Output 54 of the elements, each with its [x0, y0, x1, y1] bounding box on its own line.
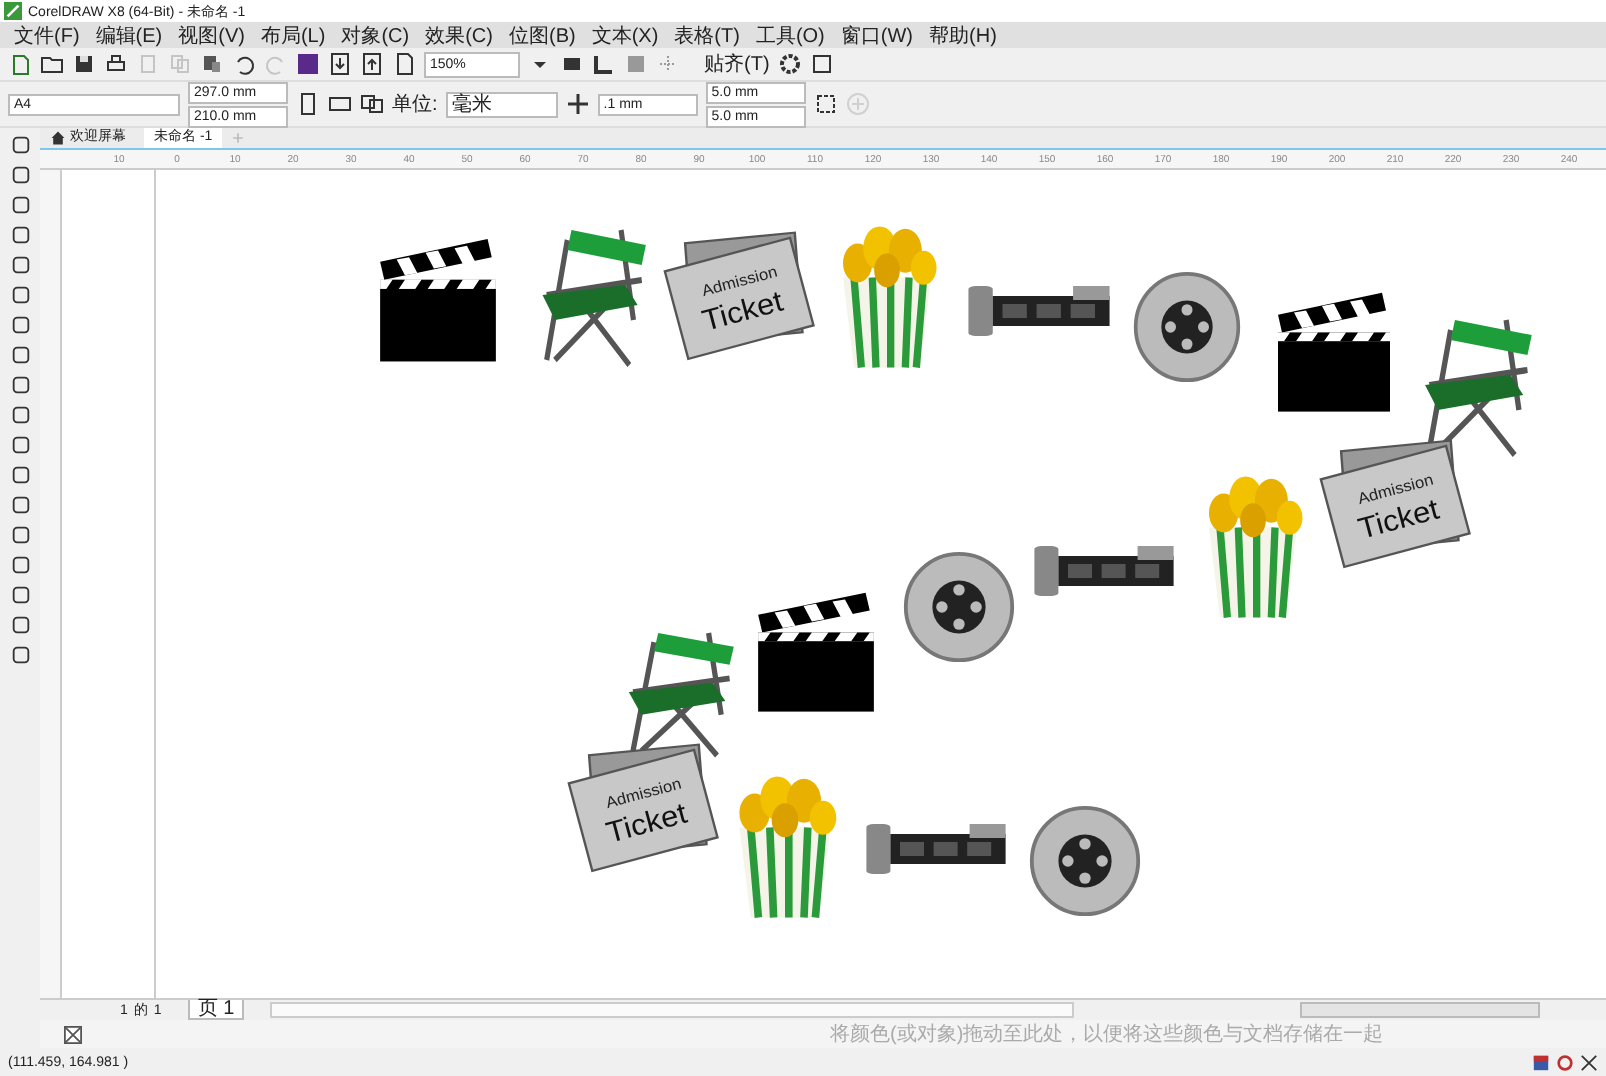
menu-item[interactable]: 编辑(E)	[89, 21, 169, 49]
undo-icon[interactable]	[232, 52, 256, 76]
portrait-icon[interactable]	[296, 92, 320, 116]
menu-item[interactable]: 位图(B)	[502, 21, 582, 49]
menu-item[interactable]: 对象(C)	[335, 21, 416, 49]
menu-item[interactable]: 工具(O)	[749, 21, 831, 49]
film-canister-drawing	[1034, 546, 1174, 596]
units-dropdown[interactable]: 毫米	[445, 91, 558, 117]
no-outline-icon[interactable]	[1580, 1053, 1598, 1071]
horizontal-scrollbar[interactable]	[270, 1002, 1075, 1018]
pages-icon[interactable]	[360, 92, 384, 116]
rulers-icon[interactable]	[592, 52, 616, 76]
app-launcher-icon[interactable]	[296, 52, 320, 76]
menu-item[interactable]: 效果(C)	[419, 21, 499, 49]
save-icon[interactable]	[72, 52, 96, 76]
clapperboard-drawing	[380, 239, 496, 362]
pdf-icon[interactable]	[392, 52, 416, 76]
no-color-swatch-icon[interactable]	[64, 1025, 82, 1043]
film-canister-drawing	[968, 286, 1110, 336]
export-icon[interactable]	[360, 52, 384, 76]
import-icon[interactable]	[328, 52, 352, 76]
fill-status-icon[interactable]	[1556, 1053, 1574, 1071]
page-frame-icon[interactable]	[813, 92, 838, 116]
snap-to-dropdown[interactable]: 贴齐(T)	[704, 50, 770, 78]
print-icon[interactable]	[104, 52, 128, 76]
film-reel-drawing	[1133, 271, 1241, 383]
menu-item[interactable]: 文件(F)	[8, 21, 86, 49]
units-label: 单位:	[392, 91, 438, 118]
director-chair-drawing	[542, 227, 646, 368]
clapperboard-drawing	[758, 592, 874, 712]
nudge-icon	[565, 92, 590, 116]
menu-item[interactable]: 窗口(W)	[834, 21, 920, 49]
paste-icon[interactable]	[200, 52, 224, 76]
film-reel-drawing	[1029, 805, 1141, 917]
menu-item[interactable]: 视图(V)	[172, 21, 251, 49]
film-canister-drawing	[866, 824, 1006, 874]
menu-item[interactable]: 文本(X)	[585, 21, 665, 49]
film-reel-drawing	[903, 551, 1015, 663]
color-profile-icon[interactable]	[1532, 1053, 1550, 1071]
director-chair-drawing	[1425, 317, 1532, 458]
launch-icon[interactable]	[809, 52, 834, 76]
new-document-icon[interactable]	[8, 52, 32, 76]
menu-item[interactable]: 帮助(H)	[923, 21, 1003, 49]
home-icon	[50, 130, 66, 146]
folder-icon[interactable]	[40, 52, 64, 76]
scrollbar-thumb[interactable]	[1300, 1002, 1541, 1018]
clapperboard-drawing	[1278, 292, 1390, 412]
settings-icon[interactable]	[777, 52, 802, 76]
page-tab[interactable]: 页 1	[187, 1000, 245, 1020]
landscape-icon[interactable]	[328, 92, 352, 116]
director-chair-drawing	[628, 630, 734, 759]
menu-item[interactable]: 表格(T)	[668, 21, 746, 49]
palette-hint: 将颜色(或对象)拖动至此处，以便将这些颜色与文档存储在一起	[830, 1021, 1384, 1048]
menu-item[interactable]: 布局(L)	[254, 21, 332, 49]
